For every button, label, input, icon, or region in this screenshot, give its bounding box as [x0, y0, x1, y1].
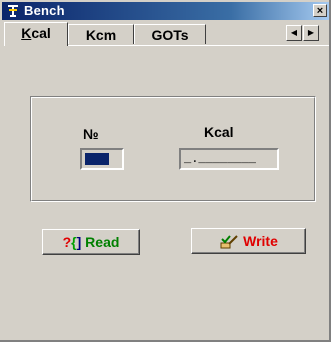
tab-kcal-accel: K: [21, 25, 32, 41]
write-button-label: Write: [243, 233, 278, 249]
tab-kcm[interactable]: Kcm: [68, 24, 134, 44]
tab-strip: Kcal Kcm GOTs ◀ ▶: [4, 22, 329, 46]
kcal-value-field[interactable]: _.________: [179, 148, 279, 170]
read-bracket-icon: ]: [76, 234, 82, 250]
tab-kcal-label: cal: [31, 25, 51, 41]
kcal-label: Kcal: [204, 124, 234, 140]
tab-scroll-left-button[interactable]: ◀: [286, 25, 302, 41]
bench-window: Bench × Kcal Kcm GOTs ◀ ▶ № Kcal _._____…: [0, 0, 331, 342]
title-bar[interactable]: Bench ×: [2, 2, 329, 20]
read-button-label: Read: [85, 234, 120, 250]
tab-scroll-right-button[interactable]: ▶: [303, 25, 319, 41]
brush-icon: [220, 235, 238, 249]
number-field[interactable]: [80, 148, 124, 170]
close-button[interactable]: ×: [313, 4, 327, 17]
read-button[interactable]: ?{] Read: [42, 229, 140, 255]
write-button[interactable]: Write: [191, 228, 306, 254]
number-label: №: [83, 126, 99, 142]
read-question-icon: ?: [62, 234, 72, 250]
tab-gots[interactable]: GOTs: [134, 24, 206, 44]
bench-app-icon: [8, 5, 18, 17]
number-field-selection: [85, 153, 109, 165]
tab-kcal[interactable]: Kcal: [4, 22, 68, 46]
window-title: Bench: [24, 3, 65, 18]
